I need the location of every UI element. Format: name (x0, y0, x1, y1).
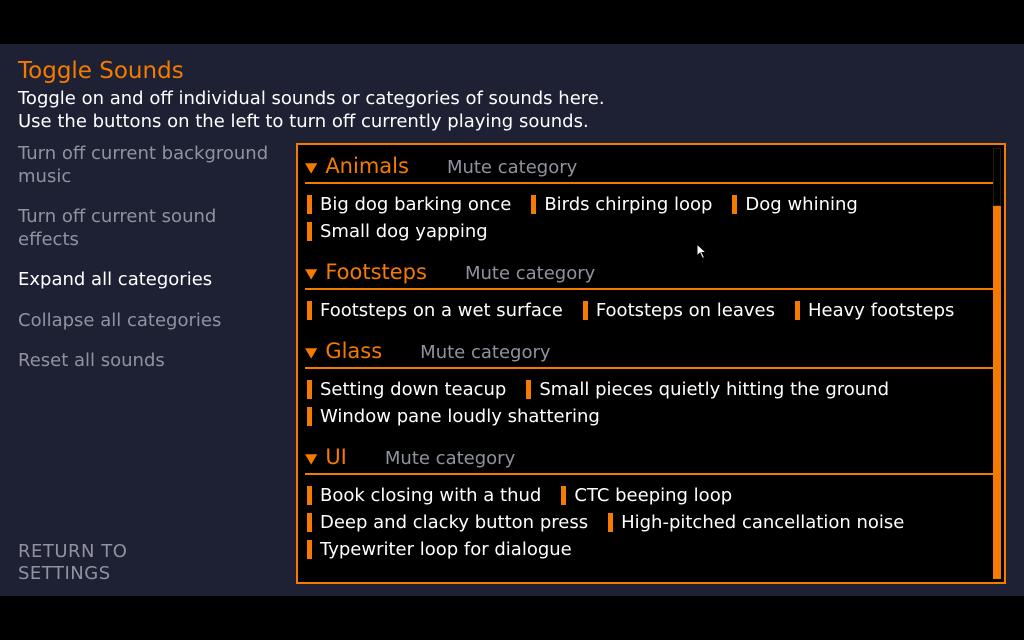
sound-enabled-icon (307, 540, 312, 559)
sound-enabled-icon (307, 513, 312, 532)
sound-label: Small dog yapping (320, 221, 488, 242)
sound-enabled-icon (608, 513, 613, 532)
sound-list-frame: ▼ Animals Mute category Big dog barking … (296, 143, 1006, 584)
subtitle-line-1: Toggle on and off individual sounds or c… (18, 88, 605, 109)
sound-enabled-icon (307, 486, 312, 505)
sidebar-item-reset-sounds[interactable]: Reset all sounds (18, 350, 280, 373)
sound-enabled-icon (795, 301, 800, 320)
sound-label: Window pane loudly shattering (320, 406, 600, 427)
category-animals: ▼ Animals Mute category Big dog barking … (305, 154, 994, 242)
category-ui: ▼ UI Mute category Book closing with a t… (305, 445, 994, 560)
scrollbar-track[interactable] (993, 148, 1001, 579)
category-title: Animals (325, 154, 409, 178)
body-area: Turn off current background music Turn o… (18, 143, 1006, 596)
mute-category-button[interactable]: Mute category (385, 448, 515, 469)
sound-label: Footsteps on leaves (596, 300, 775, 321)
sound-toggle[interactable]: High-pitched cancellation noise (608, 512, 904, 533)
sound-toggle[interactable]: Footsteps on leaves (583, 300, 775, 321)
sound-enabled-icon (307, 407, 312, 426)
scrollbar-thumb[interactable] (993, 148, 1001, 206)
mute-category-button[interactable]: Mute category (420, 342, 550, 363)
sound-label: Small pieces quietly hitting the ground (539, 379, 889, 400)
sound-toggle[interactable]: Small pieces quietly hitting the ground (526, 379, 889, 400)
sound-enabled-icon (307, 380, 312, 399)
sound-label: Footsteps on a wet surface (320, 300, 563, 321)
sound-enabled-icon (307, 195, 312, 214)
category-glass: ▼ Glass Mute category Setting down teacu… (305, 339, 994, 427)
category-header[interactable]: ▼ Glass Mute category (305, 339, 994, 367)
sound-toggle[interactable]: Footsteps on a wet surface (307, 300, 563, 321)
sound-label: Birds chirping loop (544, 194, 712, 215)
sound-label: Heavy footsteps (808, 300, 954, 321)
collapse-arrow-icon: ▼ (305, 450, 317, 466)
page-subtitle: Toggle on and off individual sounds or c… (18, 88, 1006, 133)
settings-panel: Toggle Sounds Toggle on and off individu… (0, 44, 1024, 596)
mute-category-button[interactable]: Mute category (465, 263, 595, 284)
sound-toggle[interactable]: Heavy footsteps (795, 300, 954, 321)
sound-items: Setting down teacup Small pieces quietly… (305, 377, 994, 427)
sound-label: Typewriter loop for dialogue (320, 539, 572, 560)
sound-label: Book closing with a thud (320, 485, 541, 506)
sidebar-item-expand-all[interactable]: Expand all categories (18, 269, 280, 292)
sound-toggle[interactable]: Book closing with a thud (307, 485, 541, 506)
sound-toggle[interactable]: CTC beeping loop (561, 485, 732, 506)
category-footsteps: ▼ Footsteps Mute category Footsteps on a… (305, 260, 994, 321)
category-divider (305, 182, 994, 184)
category-title: Footsteps (325, 260, 427, 284)
sound-enabled-icon (307, 222, 312, 241)
sound-label: Setting down teacup (320, 379, 506, 400)
sound-items: Big dog barking once Birds chirping loop… (305, 192, 994, 242)
sound-toggle[interactable]: Small dog yapping (307, 221, 488, 242)
return-label: RETURN TOSETTINGS (18, 541, 127, 585)
sound-items: Book closing with a thud CTC beeping loo… (305, 483, 994, 560)
sidebar: Turn off current background music Turn o… (18, 143, 280, 596)
sound-label: High-pitched cancellation noise (621, 512, 904, 533)
mute-category-button[interactable]: Mute category (447, 157, 577, 178)
sound-toggle[interactable]: Typewriter loop for dialogue (307, 539, 572, 560)
sidebar-item-turn-off-sfx[interactable]: Turn off current sound effects (18, 206, 280, 251)
page-title: Toggle Sounds (18, 58, 1006, 84)
sound-label: CTC beeping loop (574, 485, 732, 506)
category-title: Glass (325, 339, 382, 363)
category-divider (305, 367, 994, 369)
sound-enabled-icon (526, 380, 531, 399)
sidebar-item-collapse-all[interactable]: Collapse all categories (18, 310, 280, 333)
sound-enabled-icon (561, 486, 566, 505)
sound-label: Dog whining (745, 194, 857, 215)
sound-list-scroll[interactable]: ▼ Animals Mute category Big dog barking … (301, 148, 1004, 579)
sound-enabled-icon (307, 301, 312, 320)
sound-toggle[interactable]: Dog whining (732, 194, 857, 215)
sound-label: Deep and clacky button press (320, 512, 588, 533)
sound-toggle[interactable]: Big dog barking once (307, 194, 511, 215)
sound-enabled-icon (732, 195, 737, 214)
category-header[interactable]: ▼ Footsteps Mute category (305, 260, 994, 288)
collapse-arrow-icon: ▼ (305, 265, 317, 281)
sound-enabled-icon (583, 301, 588, 320)
subtitle-line-2: Use the buttons on the left to turn off … (18, 111, 589, 132)
category-divider (305, 473, 994, 475)
sound-label: Big dog barking once (320, 194, 511, 215)
sidebar-item-turn-off-music[interactable]: Turn off current background music (18, 143, 280, 188)
category-divider (305, 288, 994, 290)
return-to-settings-button[interactable]: RETURN TOSETTINGS (18, 541, 280, 586)
collapse-arrow-icon: ▼ (305, 344, 317, 360)
sound-toggle[interactable]: Deep and clacky button press (307, 512, 588, 533)
sound-toggle[interactable]: Window pane loudly shattering (307, 406, 600, 427)
category-header[interactable]: ▼ Animals Mute category (305, 154, 994, 182)
sound-items: Footsteps on a wet surface Footsteps on … (305, 298, 994, 321)
sound-toggle[interactable]: Setting down teacup (307, 379, 506, 400)
sound-toggle[interactable]: Birds chirping loop (531, 194, 712, 215)
collapse-arrow-icon: ▼ (305, 159, 317, 175)
sound-enabled-icon (531, 195, 536, 214)
category-title: UI (325, 445, 347, 469)
category-header[interactable]: ▼ UI Mute category (305, 445, 994, 473)
